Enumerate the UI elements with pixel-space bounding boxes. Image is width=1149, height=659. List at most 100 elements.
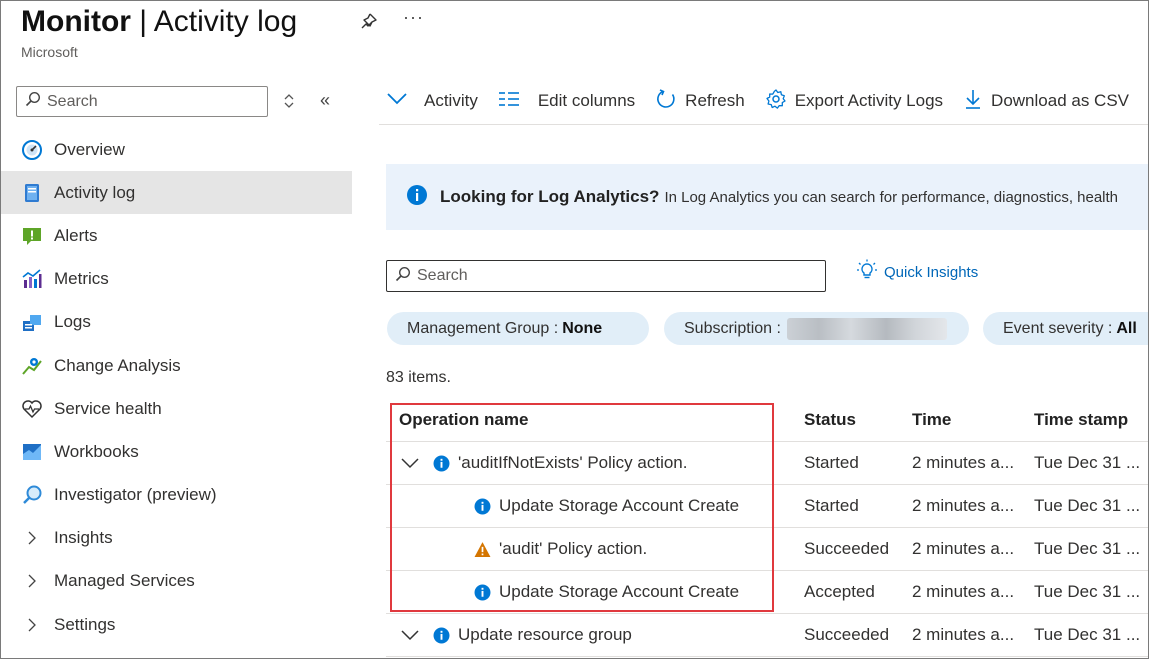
page-title-main: Monitor <box>21 5 131 38</box>
chevron-right-icon <box>21 573 43 589</box>
sort-icon[interactable] <box>282 92 296 110</box>
activity-search-input[interactable] <box>417 267 617 285</box>
time-cell: 2 minutes a... <box>912 539 1015 558</box>
time-cell: 2 minutes a... <box>912 625 1015 644</box>
sidebar-search-input[interactable] <box>47 92 247 111</box>
edit-columns-button[interactable]: Edit columns <box>498 91 635 112</box>
filter-label: Event severity : <box>1003 319 1113 337</box>
logs-icon <box>21 311 43 333</box>
sidebar-item-alerts[interactable]: Alerts <box>1 214 352 257</box>
sidebar-item-service-health[interactable]: Service health <box>1 387 352 430</box>
change-analysis-icon <box>21 355 43 377</box>
table-row[interactable]: 'auditIfNotExists' Policy action. Starte… <box>386 442 1148 485</box>
quick-insights-label: Quick Insights <box>884 263 979 281</box>
filter-value: All <box>1116 319 1137 337</box>
sidebar-item-settings[interactable]: Settings <box>1 603 352 646</box>
sidebar-search[interactable] <box>16 86 268 117</box>
chevron-down-icon[interactable] <box>399 629 421 641</box>
column-header-timestamp[interactable]: Time stamp <box>1034 399 1148 441</box>
metrics-icon <box>21 268 43 290</box>
sidebar-item-logs[interactable]: Logs <box>1 301 352 344</box>
operation-name: 'audit' Policy action. <box>499 539 648 558</box>
alert-icon <box>21 225 43 247</box>
chevron-down-icon[interactable] <box>399 457 421 469</box>
operation-cell: Update resource group <box>399 614 794 656</box>
refresh-button[interactable]: Refresh <box>655 88 745 115</box>
quick-insights-link[interactable]: Quick Insights <box>856 259 978 285</box>
download-icon <box>963 88 991 115</box>
sidebar-item-label: Activity log <box>54 182 136 202</box>
sidebar-item-label: Settings <box>54 614 116 634</box>
sidebar-item-change-analysis[interactable]: Change Analysis <box>1 344 352 387</box>
refresh-label: Refresh <box>685 91 745 110</box>
activity-button-label: Activity <box>424 91 478 110</box>
table-row[interactable]: Update Storage Account Create Started 2 … <box>386 485 1148 528</box>
status-cell: Started <box>804 453 859 472</box>
sidebar-item-insights[interactable]: Insights <box>1 517 352 560</box>
time-cell: 2 minutes a... <box>912 496 1015 515</box>
gauge-icon <box>21 139 43 161</box>
pin-icon[interactable] <box>357 11 379 33</box>
sidebar-item-overview[interactable]: Overview <box>1 128 352 171</box>
status-cell: Accepted <box>804 582 875 601</box>
table-row[interactable]: 'audit' Policy action. Succeeded 2 minut… <box>386 528 1148 571</box>
search-icon <box>25 91 41 112</box>
operation-name: Update Storage Account Create <box>499 496 740 515</box>
columns-icon <box>498 91 528 112</box>
status-cell: Started <box>804 496 859 515</box>
column-header-time[interactable]: Time <box>912 399 1027 441</box>
edit-columns-label: Edit columns <box>537 91 636 110</box>
sidebar-item-label: Investigator (preview) <box>54 485 217 505</box>
status-cell: Succeeded <box>804 625 890 644</box>
timestamp-cell: Tue Dec 31 ... <box>1034 453 1141 472</box>
time-cell: 2 minutes a... <box>912 453 1015 472</box>
timestamp-cell: Tue Dec 31 ... <box>1034 582 1141 601</box>
investigator-icon <box>21 484 43 506</box>
toolbar-divider <box>379 124 1148 125</box>
column-header-status[interactable]: Status <box>804 399 904 441</box>
app-window: Monitor | Activity log ··· Microsoft « O… <box>0 0 1149 659</box>
sidebar-item-label: Insights <box>54 528 113 548</box>
sidebar-item-label: Managed Services <box>54 571 195 591</box>
filter-management-group[interactable]: Management Group : None <box>387 312 649 345</box>
redacted-value <box>786 317 947 340</box>
more-options-button[interactable]: ··· <box>403 7 424 28</box>
activity-search[interactable] <box>386 260 826 292</box>
sidebar-item-activity-log[interactable]: Activity log <box>1 171 352 215</box>
sidebar-item-metrics[interactable]: Metrics <box>1 258 352 301</box>
sidebar-item-label: Service health <box>54 398 162 418</box>
export-activity-logs-button[interactable]: Export Activity Logs <box>765 88 943 115</box>
page-subtitle: Microsoft <box>21 44 78 60</box>
search-icon <box>395 266 411 287</box>
banner-text: In Log Analytics you can search for perf… <box>664 188 1119 206</box>
log-analytics-banner: Looking for Log Analytics? In Log Analyt… <box>386 164 1148 230</box>
sidebar-item-workbooks[interactable]: Workbooks <box>1 430 352 473</box>
info-icon <box>433 627 450 643</box>
sidebar-item-label: Logs <box>54 312 91 332</box>
timestamp-cell: Tue Dec 31 ... <box>1034 496 1141 515</box>
info-icon <box>474 584 491 600</box>
sidebar-item-managed-services[interactable]: Managed Services <box>1 560 352 603</box>
operation-cell: Update Storage Account Create <box>399 571 794 613</box>
filter-subscription[interactable]: Subscription : <box>664 312 969 345</box>
filter-label: Management Group : <box>407 319 559 337</box>
table-row[interactable]: Update Storage Account Create Accepted 2… <box>386 571 1148 614</box>
table-row[interactable]: Update resource group Succeeded 2 minute… <box>386 614 1148 657</box>
chevron-down-icon <box>386 91 416 111</box>
download-csv-label: Download as CSV <box>991 91 1130 110</box>
collapse-sidebar-button[interactable]: « <box>320 90 330 111</box>
filter-label: Subscription : <box>684 319 781 337</box>
lightbulb-icon <box>856 259 884 285</box>
activity-button[interactable]: Activity <box>386 91 478 111</box>
filter-value: None <box>562 319 603 337</box>
info-icon <box>406 184 428 211</box>
filter-event-severity[interactable]: Event severity : All <box>983 312 1148 345</box>
sidebar-nav: Overview Activity log Alerts Metrics Log… <box>1 128 352 646</box>
download-csv-button[interactable]: Download as CSV <box>963 88 1129 115</box>
sidebar-item-investigator[interactable]: Investigator (preview) <box>1 474 352 517</box>
column-header-operation[interactable]: Operation name <box>399 399 794 441</box>
status-cell: Succeeded <box>804 539 890 558</box>
operation-cell: 'auditIfNotExists' Policy action. <box>399 442 794 484</box>
page-title-separator: | <box>130 5 154 38</box>
banner-heading: Looking for Log Analytics? <box>440 187 660 206</box>
